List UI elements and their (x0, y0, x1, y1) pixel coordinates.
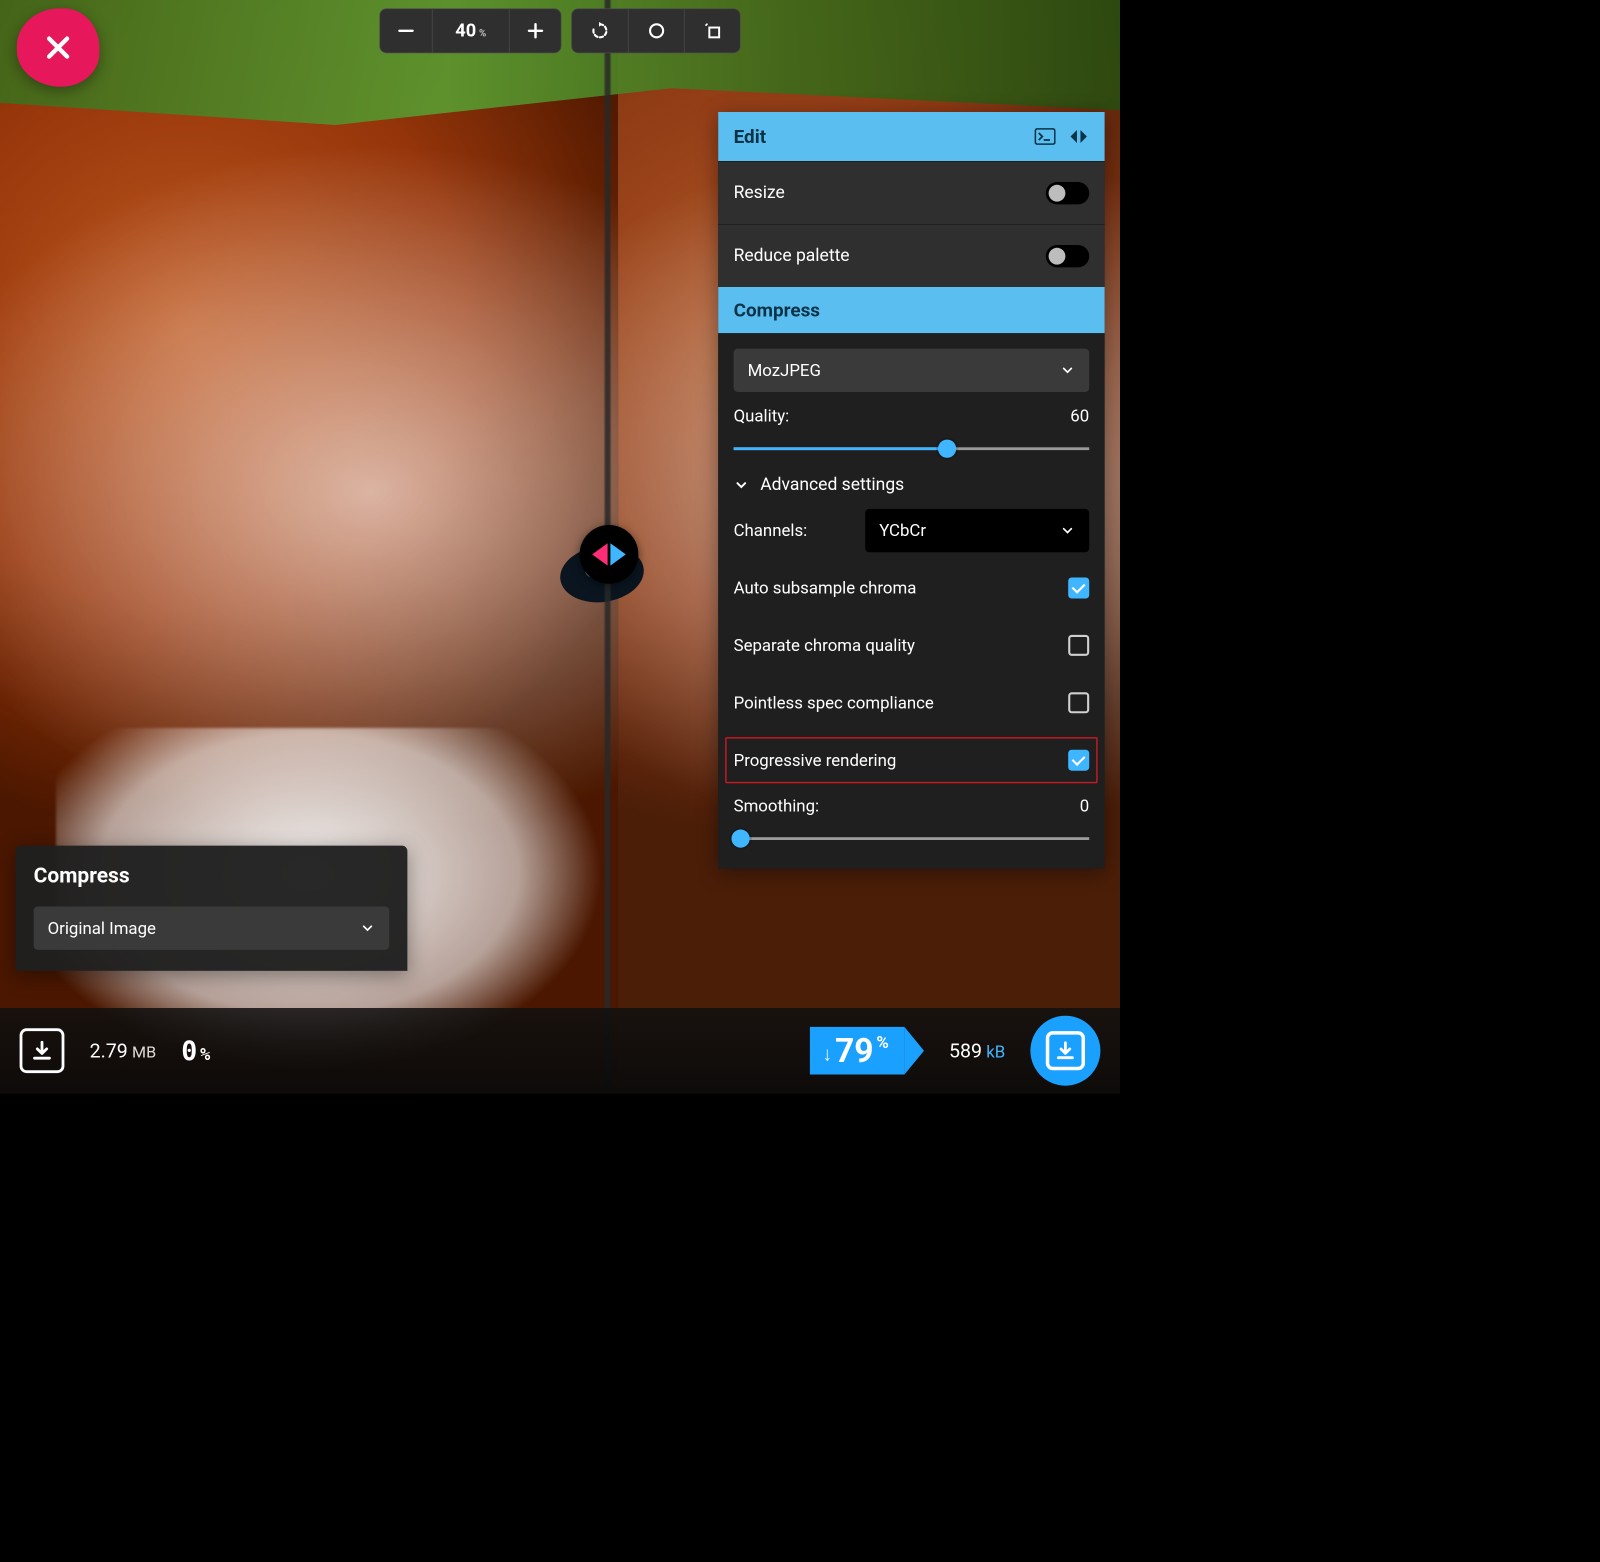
crop-icon (702, 21, 722, 41)
compare-right-icon (610, 543, 625, 565)
top-toolbar: 40 % (379, 8, 740, 53)
zoom-value-field[interactable]: 40 % (432, 9, 509, 52)
download-icon (31, 1040, 53, 1062)
edit-title: Edit (734, 125, 766, 147)
bottom-left: 2.79MB 0% (20, 1028, 211, 1073)
advanced-toggle[interactable]: Advanced settings (734, 475, 1090, 495)
down-arrow-icon: ↓ (822, 1042, 832, 1065)
chevron-down-icon (1060, 363, 1075, 378)
smoothing-label: Smoothing: (734, 796, 819, 816)
codec-select[interactable]: MozJPEG (734, 349, 1090, 392)
compress-header: Compress (718, 287, 1104, 333)
cli-icon[interactable] (1035, 128, 1056, 145)
smoothing-row: Smoothing: 0 (734, 796, 1090, 816)
quality-value[interactable]: 60 (1070, 406, 1089, 426)
right-size: 589kB (949, 1039, 1005, 1062)
zoom-out-button[interactable] (380, 9, 432, 52)
download-icon (1055, 1040, 1076, 1061)
background-toggle-button[interactable] (628, 9, 684, 52)
compress-body: MozJPEG Quality: 60 Advanced settings Ch… (718, 333, 1104, 869)
download-right-button[interactable] (1030, 1016, 1100, 1086)
smoothing-value[interactable]: 0 (1080, 796, 1089, 816)
right-settings-panel: Edit Resize Reduce palette Compress MozJ… (718, 112, 1104, 869)
channels-label: Channels: (734, 521, 808, 541)
progressive-label: Progressive rendering (734, 750, 897, 770)
transform-group (571, 8, 740, 53)
left-compress-title: Compress (34, 864, 390, 889)
left-size-unit: MB (132, 1043, 156, 1062)
codec-value: MozJPEG (748, 361, 821, 381)
compare-left-icon (592, 543, 607, 565)
copy-side-icon[interactable] (1068, 128, 1089, 145)
pointless-checkbox[interactable] (1068, 692, 1089, 713)
zoom-group: 40 % (379, 8, 561, 53)
quality-row: Quality: 60 (734, 406, 1090, 426)
bottom-bar: 2.79MB 0% ↓ 79 % 589kB (0, 1008, 1120, 1093)
smoothing-thumb[interactable] (732, 830, 750, 848)
left-size: 2.79MB (90, 1039, 157, 1062)
reduction-value: 79 (835, 1034, 874, 1068)
chevron-down-icon (1060, 523, 1075, 538)
minus-icon (396, 21, 416, 41)
progressive-row: Progressive rendering (725, 737, 1097, 783)
resize-row: Resize (718, 161, 1104, 224)
separate-chroma-label: Separate chroma quality (734, 636, 915, 656)
compare-handle[interactable] (580, 525, 639, 584)
chevron-down-icon (360, 921, 375, 936)
zoom-value: 40 (455, 20, 476, 41)
separate-chroma-checkbox[interactable] (1068, 635, 1089, 656)
quality-thumb[interactable] (938, 440, 956, 458)
chevron-down-icon (734, 477, 749, 492)
pointless-row: Pointless spec compliance (734, 681, 1090, 724)
reduce-palette-label: Reduce palette (734, 246, 850, 266)
circle-icon (646, 21, 666, 41)
plus-icon (525, 21, 545, 41)
channels-value: YCbCr (879, 521, 926, 541)
bottom-right: ↓ 79 % 589kB (810, 1016, 1101, 1086)
pointless-label: Pointless spec compliance (734, 693, 934, 713)
reduction-badge: ↓ 79 % (810, 1027, 904, 1075)
compress-title: Compress (734, 299, 820, 321)
channels-row: Channels: YCbCr (734, 509, 1090, 552)
edit-header: Edit (718, 112, 1104, 161)
close-button[interactable] (17, 8, 100, 86)
close-icon (43, 32, 74, 63)
left-codec-select[interactable]: Original Image (34, 907, 390, 950)
rotate-icon (590, 21, 610, 41)
smoothing-slider[interactable] (734, 830, 1090, 848)
download-left-button[interactable] (20, 1028, 65, 1073)
auto-subsample-row: Auto subsample chroma (734, 566, 1090, 609)
progressive-checkbox[interactable] (1068, 750, 1089, 771)
left-codec-value: Original Image (48, 918, 156, 938)
quality-slider[interactable] (734, 440, 1090, 458)
advanced-label: Advanced settings (760, 475, 904, 495)
left-size-value: 2.79 (90, 1039, 128, 1062)
right-size-unit: kB (986, 1042, 1005, 1062)
zoom-unit: % (479, 28, 486, 39)
auto-subsample-checkbox[interactable] (1068, 578, 1089, 599)
left-percent-value: 0 (181, 1035, 197, 1066)
right-size-value: 589 (949, 1039, 982, 1062)
rotate-button[interactable] (572, 9, 628, 52)
resize-toggle[interactable] (1046, 182, 1089, 204)
left-compress-panel: Compress Original Image (15, 846, 407, 971)
quality-label: Quality: (734, 406, 790, 426)
crop-button[interactable] (684, 9, 740, 52)
resize-label: Resize (734, 183, 785, 203)
channels-select[interactable]: YCbCr (865, 509, 1089, 552)
separate-chroma-row: Separate chroma quality (734, 624, 1090, 667)
zoom-in-button[interactable] (509, 9, 561, 52)
auto-subsample-label: Auto subsample chroma (734, 578, 917, 598)
left-percent: 0% (181, 1035, 210, 1066)
reduce-palette-row: Reduce palette (718, 224, 1104, 287)
reduce-palette-toggle[interactable] (1046, 245, 1089, 267)
